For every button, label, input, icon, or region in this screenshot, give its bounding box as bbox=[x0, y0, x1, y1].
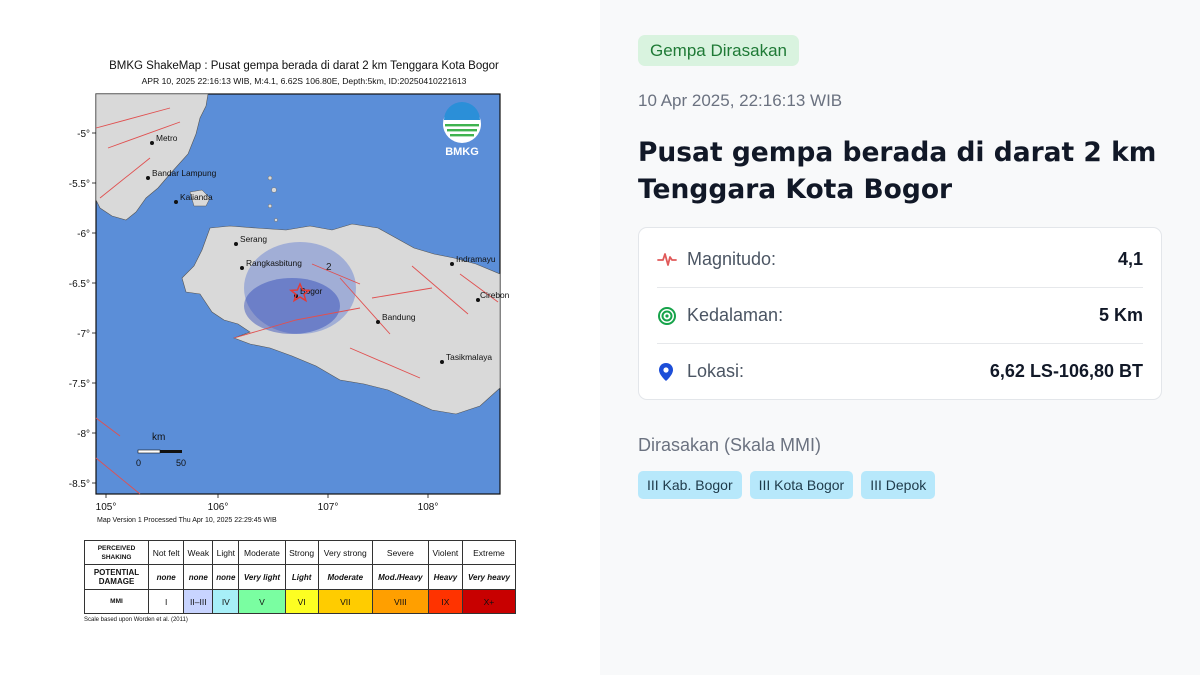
event-datetime: 10 Apr 2025, 22:16:13 WIB bbox=[638, 91, 843, 110]
legend-damage: none bbox=[183, 564, 214, 590]
felt-section-title: Dirasakan (Skala MMI) bbox=[638, 435, 822, 455]
detail-label: Magnitudo: bbox=[687, 248, 777, 269]
detail-label: Kedalaman: bbox=[687, 305, 784, 325]
island bbox=[271, 187, 277, 193]
legend-damage: Very light bbox=[238, 564, 286, 590]
details-card: Magnitudo: 4,1 Kedalaman: 5 Km Lokasi: 6… bbox=[638, 227, 1162, 400]
island bbox=[267, 203, 272, 208]
target-icon bbox=[657, 306, 687, 326]
legend-header: POTENTIAL DAMAGE bbox=[84, 564, 149, 590]
city-label: Cirebon bbox=[480, 290, 510, 300]
y-tick-label: -6° bbox=[77, 229, 90, 240]
legend-shaking: Severe bbox=[371, 540, 429, 565]
legend-mmi: IX bbox=[427, 589, 463, 614]
felt-chip-list: III Kab. Bogor III Kota Bogor III Depok bbox=[638, 471, 936, 499]
legend-damage: Very heavy bbox=[461, 564, 517, 590]
legend-damage: Light bbox=[284, 564, 319, 590]
map-pin-icon bbox=[657, 362, 687, 382]
x-tick-label: 107° bbox=[318, 502, 339, 513]
y-tick-label: -7° bbox=[77, 329, 90, 340]
map-subtitle: APR 10, 2025 22:16:13 WIB, M:4.1, 6.62S … bbox=[141, 76, 467, 86]
x-tick-label: 106° bbox=[208, 502, 229, 513]
svg-text:km: km bbox=[152, 432, 165, 443]
felt-badge: Gempa Dirasakan bbox=[638, 35, 800, 66]
detail-row-location: Lokasi: 6,62 LS-106,80 BT bbox=[657, 343, 1143, 399]
legend-damage: Heavy bbox=[427, 564, 463, 590]
legend-mmi: II–III bbox=[183, 589, 214, 614]
event-headline: Pusat gempa berada di darat 2 km Tenggar… bbox=[638, 137, 1157, 205]
city-label: Bandung bbox=[382, 312, 416, 322]
legend-shaking: Strong bbox=[284, 540, 319, 565]
scale-credit: Scale based upon Worden et al. (2011) bbox=[84, 617, 188, 623]
x-tick-label: 108° bbox=[418, 502, 439, 513]
legend-header: MMI bbox=[84, 589, 149, 614]
legend-mmi: IV bbox=[212, 589, 240, 614]
y-tick-label: -5° bbox=[77, 129, 90, 140]
city-label: Kalianda bbox=[180, 192, 213, 202]
legend-mmi: VIII bbox=[371, 589, 429, 614]
legend-damage: Mod./Heavy bbox=[371, 564, 429, 590]
legend-shaking: Violent bbox=[427, 540, 463, 565]
felt-chip: III Depok bbox=[861, 471, 936, 499]
felt-chip: III Kab. Bogor bbox=[638, 471, 742, 499]
city-label: Serang bbox=[240, 234, 267, 244]
y-tick-label: -7.5° bbox=[69, 379, 90, 390]
city-label: Tasikmalaya bbox=[446, 352, 492, 362]
detail-label: Lokasi: bbox=[687, 361, 745, 381]
legend-damage: none bbox=[147, 564, 185, 590]
legend-mmi: X+ bbox=[461, 589, 517, 614]
x-tick-label: 105° bbox=[96, 502, 117, 513]
felt-chip: III Kota Bogor bbox=[749, 471, 854, 499]
detail-row-depth: Kedalaman: 5 Km bbox=[657, 287, 1143, 343]
mmi-legend: PERCEIVED SHAKING Not felt Weak Light Mo… bbox=[84, 540, 517, 614]
map-title: BMKG ShakeMap : Pusat gempa berada di da… bbox=[109, 60, 499, 72]
info-panel: Gempa Dirasakan 10 Apr 2025, 22:16:13 WI… bbox=[600, 0, 1200, 675]
legend-damage: Moderate bbox=[317, 564, 373, 590]
bmkg-logo: BMKG bbox=[443, 102, 481, 158]
detail-value: 4,1 bbox=[1117, 248, 1143, 269]
y-tick-label: -6.5° bbox=[69, 279, 90, 290]
legend-shaking: Very strong bbox=[317, 540, 373, 565]
legend-shaking: Extreme bbox=[461, 540, 517, 565]
intensity-label: 2 bbox=[326, 262, 332, 273]
city-label: Bandar Lampung bbox=[152, 168, 217, 178]
legend-shaking: Light bbox=[212, 540, 240, 565]
shakemap: Metro Bandar Lampung Kalianda Serang Ran… bbox=[69, 93, 510, 513]
pulse-icon bbox=[657, 250, 687, 268]
y-tick-label: -8° bbox=[77, 429, 90, 440]
legend-shaking: Moderate bbox=[238, 540, 286, 565]
city-label: Metro bbox=[156, 133, 178, 143]
legend-shaking: Weak bbox=[183, 540, 214, 565]
city-label: Rangkasbitung bbox=[246, 258, 302, 268]
legend-shaking: Not felt bbox=[147, 540, 185, 565]
detail-value: 6,62 LS-106,80 BT bbox=[989, 361, 1143, 381]
svg-text:0: 0 bbox=[136, 458, 141, 468]
island bbox=[274, 218, 278, 222]
detail-row-magnitude: Magnitudo: 4,1 bbox=[657, 231, 1143, 287]
legend-mmi: V bbox=[238, 589, 286, 614]
legend-mmi: I bbox=[147, 589, 185, 614]
legend-mmi: VII bbox=[317, 589, 373, 614]
map-version: Map Version 1 Processed Thu Apr 10, 2025… bbox=[97, 517, 277, 524]
shaking-core bbox=[244, 278, 340, 334]
detail-value: 5 Km bbox=[1098, 305, 1143, 325]
bmkg-logo-text: BMKG bbox=[445, 146, 479, 158]
city-label: Indramayu bbox=[456, 254, 496, 264]
svg-text:50: 50 bbox=[176, 458, 186, 468]
legend-damage: none bbox=[212, 564, 240, 590]
legend-mmi: VI bbox=[284, 589, 319, 614]
y-tick-label: -8.5° bbox=[69, 479, 90, 490]
legend-header: PERCEIVED SHAKING bbox=[84, 540, 149, 565]
y-tick-label: -5.5° bbox=[69, 179, 90, 190]
island bbox=[267, 175, 273, 181]
shakemap-panel: BMKG ShakeMap : Pusat gempa berada di da… bbox=[0, 0, 600, 675]
